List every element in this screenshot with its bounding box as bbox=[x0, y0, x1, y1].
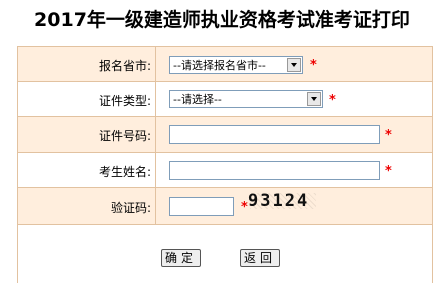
captcha-input[interactable] bbox=[169, 197, 234, 216]
captcha-label: 验证码: bbox=[18, 188, 156, 224]
id-number-input[interactable] bbox=[169, 125, 380, 144]
chevron-down-icon[interactable] bbox=[307, 92, 321, 106]
captcha-image[interactable]: 93124 bbox=[248, 190, 318, 212]
required-mark: * bbox=[241, 200, 248, 215]
back-button[interactable]: 返回 bbox=[240, 249, 280, 267]
required-mark: * bbox=[329, 93, 336, 108]
chevron-down-icon[interactable] bbox=[287, 58, 301, 72]
province-label: 报名省市: bbox=[18, 47, 156, 81]
row-captcha: 验证码: * bbox=[18, 188, 432, 225]
row-id-number: 证件号码: * bbox=[18, 117, 432, 153]
print-form: 报名省市: --请选择报名省市-- * 证件类型: --请选择-- * 证件号码… bbox=[17, 46, 433, 283]
required-mark: * bbox=[385, 128, 392, 143]
confirm-button[interactable]: 确定 bbox=[161, 249, 201, 267]
row-buttons: 确定 返回 bbox=[18, 225, 432, 283]
row-name: 考生姓名: * bbox=[18, 153, 432, 188]
id-type-select[interactable]: --请选择-- bbox=[169, 90, 323, 108]
name-label: 考生姓名: bbox=[18, 153, 156, 187]
row-id-type: 证件类型: --请选择-- * bbox=[18, 82, 432, 117]
name-input[interactable] bbox=[169, 161, 380, 180]
page-title: 2017年一级建造师执业资格考试准考证打印 bbox=[34, 9, 410, 31]
row-province: 报名省市: --请选择报名省市-- * bbox=[18, 47, 432, 82]
id-type-label: 证件类型: bbox=[18, 82, 156, 116]
captcha-noise bbox=[250, 193, 316, 209]
id-number-label: 证件号码: bbox=[18, 117, 156, 152]
required-mark: * bbox=[310, 58, 317, 73]
province-select[interactable]: --请选择报名省市-- bbox=[169, 56, 303, 74]
required-mark: * bbox=[385, 164, 392, 179]
